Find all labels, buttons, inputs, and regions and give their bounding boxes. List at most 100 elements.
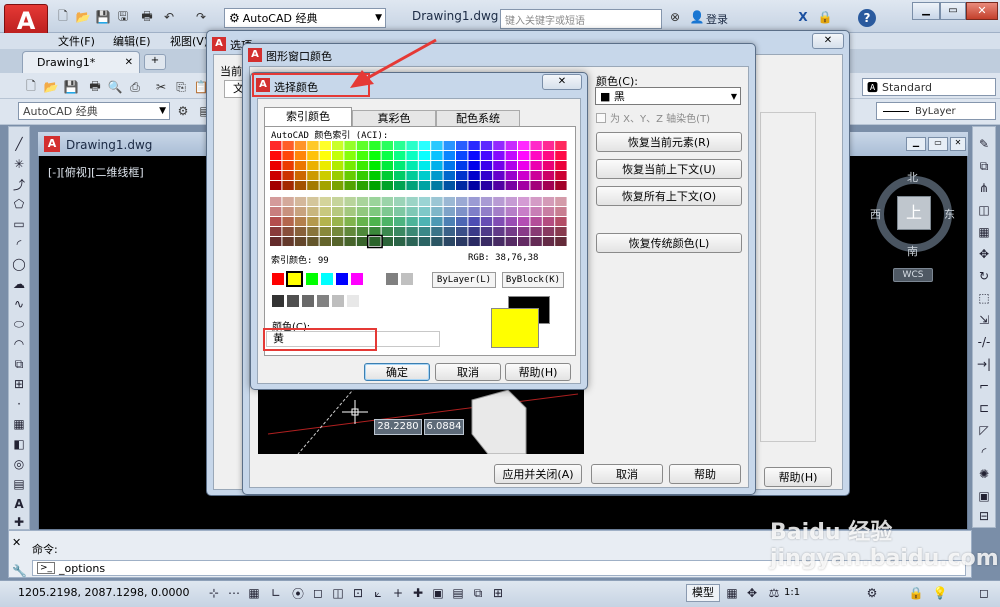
aci-swatch[interactable]	[518, 181, 530, 190]
aci-swatch[interactable]	[356, 197, 369, 206]
close-tab-icon[interactable]: ✕	[125, 57, 133, 68]
aci-swatch[interactable]	[369, 141, 381, 150]
viewcube-south[interactable]: 南	[907, 243, 918, 259]
byblock-button[interactable]: ByBlock(K)	[502, 272, 564, 288]
aci-swatch[interactable]	[518, 161, 530, 170]
aci-swatch[interactable]	[381, 181, 393, 190]
menu-edit[interactable]: 编辑(E)	[113, 33, 151, 49]
aci-swatch[interactable]	[456, 227, 468, 236]
aci-swatch[interactable]	[282, 181, 294, 190]
swatch-gray-251[interactable]	[287, 295, 299, 307]
aci-swatch[interactable]	[443, 141, 455, 150]
aci-swatch[interactable]	[406, 171, 418, 180]
trim-tool-icon[interactable]: -/-	[976, 334, 992, 350]
aci-swatch[interactable]	[344, 197, 356, 206]
open-icon[interactable]: 📂	[42, 78, 60, 96]
aci-swatch[interactable]	[319, 197, 331, 206]
aci-swatch[interactable]	[493, 207, 505, 216]
gradient-tool-icon[interactable]: ◧	[11, 436, 27, 452]
aci-swatch[interactable]	[344, 151, 356, 160]
dyn-icon[interactable]: +	[390, 585, 406, 601]
aci-swatch[interactable]	[294, 197, 307, 206]
aci-swatch[interactable]	[505, 181, 517, 190]
hatch-tool-icon[interactable]: ▦	[11, 416, 27, 432]
preview-icon[interactable]: 🔍	[106, 78, 124, 96]
graphics-cancel-button[interactable]: 取消	[591, 464, 663, 484]
move-tool-icon[interactable]: ✥	[976, 246, 992, 262]
construction-line-icon[interactable]: ✳	[11, 156, 27, 172]
aci-swatch[interactable]	[294, 171, 307, 180]
aci-swatch[interactable]	[493, 237, 505, 246]
aci-swatch[interactable]	[443, 181, 455, 190]
aci-swatch[interactable]	[505, 141, 517, 150]
infer-icon[interactable]: ⊹	[206, 585, 222, 601]
aci-swatch[interactable]	[431, 197, 443, 206]
aci-swatch[interactable]	[282, 227, 294, 236]
save-icon[interactable]: 💾	[94, 8, 112, 26]
aci-swatch[interactable]	[418, 207, 431, 216]
menu-view[interactable]: 视图(V)	[170, 33, 208, 49]
ducs-icon[interactable]: ⟀	[370, 585, 386, 601]
aci-swatch[interactable]	[307, 171, 319, 180]
aci-swatch[interactable]	[542, 151, 555, 160]
aci-swatch[interactable]	[307, 181, 319, 190]
aci-swatch[interactable]	[468, 171, 480, 180]
aci-swatch[interactable]	[332, 207, 344, 216]
aci-swatch[interactable]	[270, 197, 282, 206]
aci-swatch[interactable]	[319, 207, 331, 216]
aci-swatch[interactable]	[270, 237, 282, 246]
arc-tool-icon[interactable]: ◜	[11, 236, 27, 252]
aci-swatch[interactable]	[518, 151, 530, 160]
aci-swatch[interactable]	[406, 161, 418, 170]
aci-swatch[interactable]	[518, 237, 530, 246]
aci-swatch[interactable]	[456, 141, 468, 150]
table-tool-icon[interactable]: ▤	[11, 476, 27, 492]
text-style-combo[interactable]: 🅰 Standard	[862, 78, 996, 96]
aci-swatch[interactable]	[332, 181, 344, 190]
aci-swatch[interactable]	[356, 227, 369, 236]
aci-swatch[interactable]	[443, 151, 455, 160]
aci-swatch[interactable]	[394, 227, 406, 236]
aci-swatch[interactable]	[468, 207, 480, 216]
aci-swatch[interactable]	[356, 151, 369, 160]
restore-classic-button[interactable]: 恢复传统颜色(L)	[596, 233, 742, 253]
aci-swatch[interactable]	[443, 227, 455, 236]
lineweight-combo[interactable]: ByLayer	[876, 102, 996, 120]
workspace-settings-icon[interactable]: ⚙	[174, 102, 192, 120]
aci-swatch[interactable]	[443, 207, 455, 216]
aci-swatch[interactable]	[406, 237, 418, 246]
restore-all-button[interactable]: 恢复所有上下文(O)	[596, 186, 742, 206]
apply-close-button[interactable]: 应用并关闭(A)	[494, 464, 582, 484]
aci-swatch[interactable]	[418, 151, 431, 160]
3dosnap-icon[interactable]: ◫	[330, 585, 346, 601]
aci-swatch[interactable]	[468, 197, 480, 206]
revcloud-tool-icon[interactable]: ☁	[11, 276, 27, 292]
cut-icon[interactable]: ✂	[152, 78, 170, 96]
aci-swatch[interactable]	[518, 207, 530, 216]
scale-tool-icon[interactable]: ⬚	[976, 290, 992, 306]
ortho-icon[interactable]: ∟	[268, 585, 284, 601]
wcs-button[interactable]: WCS	[893, 268, 933, 282]
aci-swatch[interactable]	[270, 227, 282, 236]
aci-swatch[interactable]	[282, 151, 294, 160]
aci-swatch[interactable]	[282, 161, 294, 170]
aci-swatch[interactable]	[530, 181, 542, 190]
aci-swatch[interactable]	[394, 181, 406, 190]
aci-swatch[interactable]	[282, 197, 294, 206]
aci-swatch[interactable]	[456, 237, 468, 246]
aci-swatch[interactable]	[344, 161, 356, 170]
aci-swatch[interactable]	[369, 151, 381, 160]
copy-icon[interactable]: ⎘	[172, 78, 190, 96]
aci-swatch[interactable]	[394, 141, 406, 150]
publish-icon[interactable]: ⎙	[126, 78, 144, 96]
aci-swatch[interactable]	[480, 151, 493, 160]
aci-swatch[interactable]	[332, 141, 344, 150]
region-tool-icon[interactable]: ◎	[11, 456, 27, 472]
erase-tool-icon[interactable]: ✎	[976, 136, 992, 152]
redo-icon[interactable]: ↷	[192, 8, 210, 26]
aci-swatch[interactable]	[493, 181, 505, 190]
aci-swatch[interactable]	[394, 207, 406, 216]
aci-swatch[interactable]	[530, 227, 542, 236]
aci-swatch[interactable]	[381, 141, 393, 150]
aci-swatch[interactable]	[555, 141, 567, 150]
